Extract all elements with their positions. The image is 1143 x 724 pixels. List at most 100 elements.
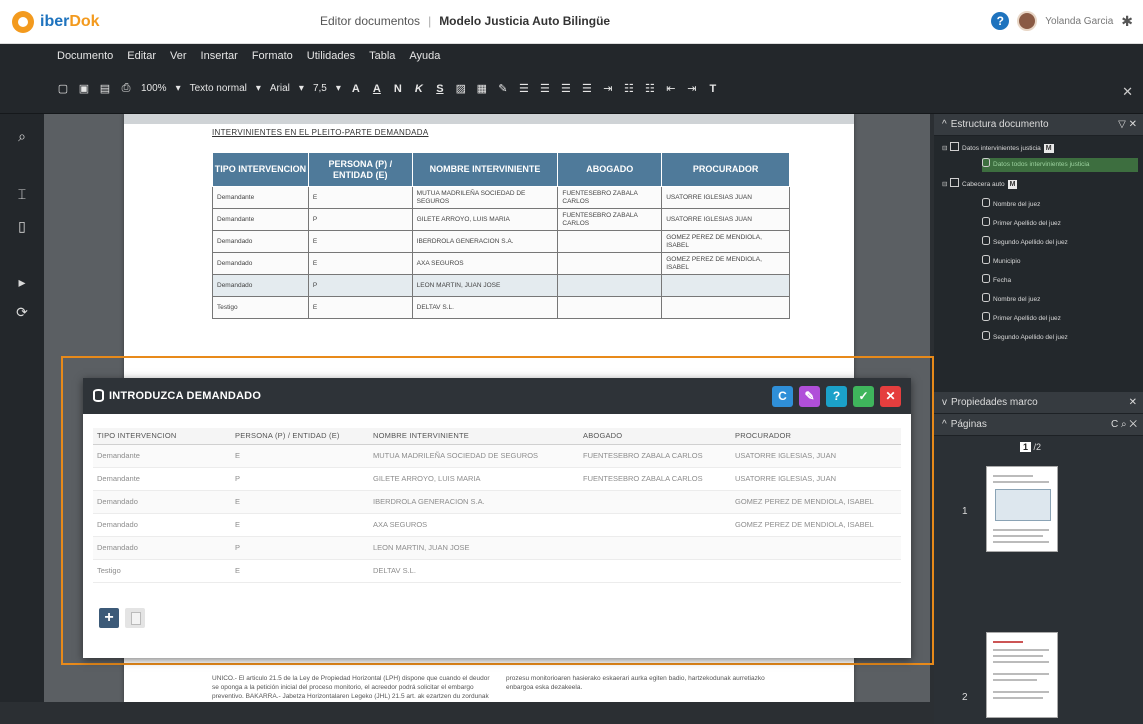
chevron-down-icon[interactable]: v: [942, 397, 947, 408]
chevron-up-icon[interactable]: ^: [942, 419, 947, 430]
pen-icon[interactable]: ✎: [497, 82, 509, 95]
numbered-list-icon[interactable]: ☷: [644, 82, 656, 95]
grid-col-header[interactable]: NOMBRE INTERVINIENTE: [369, 428, 579, 445]
menu-bar: Documento Editar Ver Insertar Formato Ut…: [0, 44, 1143, 70]
bold-button[interactable]: N: [392, 83, 404, 95]
align-left-icon[interactable]: ☰: [518, 82, 530, 95]
document-body-text[interactable]: UNICO.- El articulo 21.5 de la Ley de Pr…: [212, 674, 790, 701]
tree-node[interactable]: Fecha: [982, 274, 1011, 288]
col-header: PERSONA (P) / ENTIDAD (E): [307, 152, 413, 187]
print-icon[interactable]: ⎙: [120, 82, 132, 95]
save-as-icon[interactable]: ▤: [99, 82, 111, 95]
search-icon[interactable]: ⌕: [12, 126, 32, 146]
help-button[interactable]: ?: [826, 386, 847, 407]
database-icon: [982, 217, 990, 226]
play-icon[interactable]: ▸: [12, 272, 32, 292]
table-row[interactable]: Demandante P GILETE ARROYO, LUIS MARIA FUEN…: [212, 208, 790, 231]
structure-panel-header[interactable]: ^ Estructura documento ▽ ✕: [934, 114, 1143, 136]
grid-row[interactable]: Demandado E AXA SEGUROS GOMEZ PEREZ DE MEND…: [93, 513, 901, 537]
grid-col-header[interactable]: PROCURADOR: [731, 428, 901, 445]
table-row[interactable]: Demandado E IBERDROLA GENERACION S.A. GOMEZ…: [212, 230, 790, 253]
refresh-icon[interactable]: ⟳: [12, 302, 32, 322]
menu-editar[interactable]: Editar: [127, 50, 156, 62]
bookmark-icon[interactable]: ▯: [12, 216, 32, 236]
user-name[interactable]: Yolanda Garcia: [1045, 16, 1113, 27]
tree-node[interactable]: Primer Apellido del juez: [982, 312, 1061, 326]
cancel-button[interactable]: ✕: [880, 386, 901, 407]
tree-node[interactable]: Nombre del juez: [982, 198, 1040, 212]
avatar[interactable]: [1017, 11, 1038, 31]
tree-node[interactable]: Primer Apellido del juez: [982, 217, 1061, 231]
indent-icon[interactable]: ⇥: [602, 82, 614, 95]
menu-ayuda[interactable]: Ayuda: [409, 50, 440, 62]
table-icon[interactable]: ▦: [476, 82, 488, 95]
grid-row[interactable]: Demandante E MUTUA MADRILEÑA SOCIEDAD DE S…: [93, 444, 901, 468]
refresh-search-close-icons[interactable]: C ⌕ ✕: [1111, 414, 1137, 436]
tree-node[interactable]: Segundo Apellido del juez: [982, 331, 1068, 345]
close-icon[interactable]: ✕: [1122, 84, 1133, 100]
edit-button[interactable]: ✎: [799, 386, 820, 407]
pages-panel-header[interactable]: ^ Páginas C ⌕ ✕: [934, 414, 1143, 436]
properties-panel-header[interactable]: v Propiedades marco ✕: [934, 392, 1143, 414]
menu-documento[interactable]: Documento: [57, 50, 113, 62]
font-select[interactable]: Arial: [270, 83, 290, 94]
menu-utilidades[interactable]: Utilidades: [307, 50, 355, 62]
align-center-icon[interactable]: ☰: [539, 82, 551, 95]
grid-row[interactable]: Testigo E DELTAV S.L.: [93, 559, 901, 583]
align-right-icon[interactable]: ☰: [560, 82, 572, 95]
grid-row[interactable]: Demandante P GILETE ARROYO, LUIS MARIA FUEN…: [93, 467, 901, 491]
grid-row[interactable]: Demandado E IBERDROLA GENERACION S.A. GOMEZ…: [93, 490, 901, 514]
tree-node[interactable]: Nombre del juez: [982, 293, 1040, 307]
settings-icon[interactable]: ✱: [1121, 13, 1133, 30]
delete-row-button[interactable]: [125, 608, 145, 628]
menu-ver[interactable]: Ver: [170, 50, 187, 62]
menu-insertar[interactable]: Insertar: [201, 50, 238, 62]
page-thumbnail-2[interactable]: [986, 632, 1058, 718]
tree-node[interactable]: ⊟ Datos intervinientes justicia M: [942, 142, 1054, 156]
close-icon[interactable]: ✕: [1129, 392, 1137, 414]
highlight-button[interactable]: A: [371, 83, 383, 95]
menu-formato[interactable]: Formato: [252, 50, 293, 62]
new-doc-icon[interactable]: ▢: [57, 82, 69, 95]
style-select[interactable]: Texto normal: [190, 83, 247, 94]
font-color-button[interactable]: A: [350, 83, 362, 95]
collapse-icon[interactable]: ⊟: [942, 178, 950, 192]
clear-format-button[interactable]: T: [707, 83, 719, 95]
grid-col-header[interactable]: PERSONA (P) / ENTIDAD (E): [231, 428, 369, 445]
chevron-down-icon: ▾: [255, 83, 261, 94]
collapse-icon[interactable]: ⊟: [942, 142, 950, 156]
add-row-button[interactable]: +: [99, 608, 119, 628]
tree-node[interactable]: Segundo Apellido del juez: [982, 236, 1068, 250]
menu-tabla[interactable]: Tabla: [369, 50, 395, 62]
page-thumbnail-1[interactable]: [986, 466, 1058, 552]
font-size-select[interactable]: 7,5: [313, 83, 327, 94]
interveners-table[interactable]: TIPO INTERVENCION PERSONA (P) / ENTIDAD …: [212, 152, 790, 319]
italic-button[interactable]: K: [413, 83, 425, 95]
tree-node-selected[interactable]: Datos todos intervinientes justicia: [982, 158, 1138, 172]
underline-button[interactable]: S: [434, 83, 446, 95]
justify-icon[interactable]: ☰: [581, 82, 593, 95]
zoom-select[interactable]: 100%: [141, 83, 167, 94]
refresh-button[interactable]: C: [772, 386, 793, 407]
tree-node[interactable]: Municipio: [982, 255, 1020, 269]
iberdok-logo[interactable]: iberDok: [12, 10, 100, 34]
table-row[interactable]: Demandado P LEON MARTIN, JUAN JOSE: [212, 274, 790, 297]
table-row[interactable]: Demandado E AXA SEGUROS GOMEZ PEREZ DE MEND…: [212, 252, 790, 275]
filter-close-icons[interactable]: ▽ ✕: [1118, 114, 1137, 136]
decrease-indent-icon[interactable]: ⇤: [665, 82, 677, 95]
chevron-up-icon[interactable]: ^: [942, 119, 947, 130]
tree-node[interactable]: ⊟ Cabecera auto M: [942, 178, 1018, 192]
increase-indent-icon[interactable]: ⇥: [686, 82, 698, 95]
ruler-icon[interactable]: ⌶: [12, 184, 32, 204]
accept-button[interactable]: ✓: [853, 386, 874, 407]
grid-row[interactable]: Demandado P LEON MARTIN, JUAN JOSE: [93, 536, 901, 560]
image-icon[interactable]: ▨: [455, 82, 467, 95]
save-icon[interactable]: ▣: [78, 82, 90, 95]
help-icon[interactable]: ?: [991, 12, 1010, 30]
defendant-grid[interactable]: TIPO INTERVENCION PERSONA (P) / ENTIDAD …: [93, 428, 901, 583]
table-row[interactable]: Testigo E DELTAV S.L.: [212, 296, 790, 319]
bullet-list-icon[interactable]: ☷: [623, 82, 635, 95]
grid-col-header[interactable]: ABOGADO: [579, 428, 731, 445]
grid-col-header[interactable]: TIPO INTERVENCION: [93, 428, 231, 445]
table-row[interactable]: Demandante E MUTUA MADRILEÑA SOCIEDAD DE S…: [212, 186, 790, 209]
